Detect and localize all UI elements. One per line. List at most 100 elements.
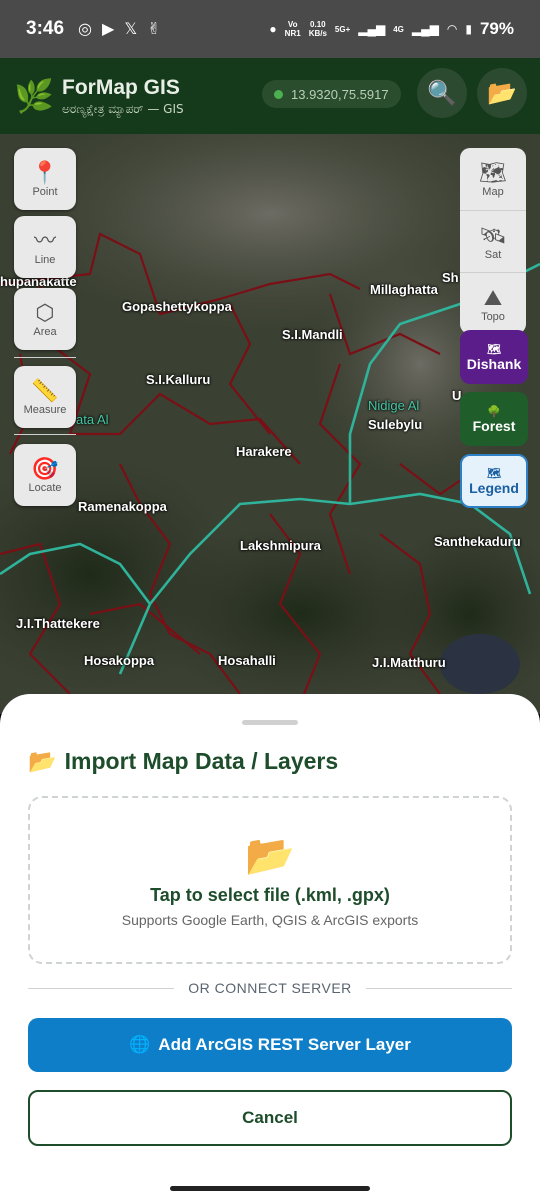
app-notification-icon: ✌: [147, 21, 161, 38]
place-label: Lakshmipura: [240, 538, 321, 553]
place-label: ata Al: [76, 412, 109, 427]
folder-icon: 📂: [245, 834, 295, 878]
place-label: Sulebylu: [368, 417, 423, 432]
satellite-icon: 🛰: [479, 222, 507, 248]
battery-icon: ▮: [465, 22, 472, 36]
folder-icon: 📂: [487, 79, 517, 107]
place-label: Sh: [442, 270, 459, 285]
cancel-button[interactable]: Cancel: [28, 1090, 512, 1146]
import-bottom-sheet: 📂 Import Map Data / Layers 📂 Tap to sele…: [0, 694, 540, 1176]
status-bar: 3:46 ◎ ▶ 𝕏 ✌ ● Vo NR1 0.10 KB/s 5G+ ▂▄▆ …: [0, 0, 540, 58]
polygon-icon: ⬡: [35, 300, 55, 325]
search-button[interactable]: 🔍: [417, 68, 467, 118]
file-drop-zone[interactable]: 📂 Tap to select file (.kml, .gpx) Suppor…: [28, 796, 512, 964]
tool-line-button[interactable]: 〰 Line: [14, 216, 76, 278]
signal-4g-icon: ▂▄▆: [411, 22, 439, 36]
divider-text: OR CONNECT SERVER: [188, 980, 352, 996]
map-icon: 🗺: [487, 343, 501, 356]
notification-icons: ◎ ▶ 𝕏 ✌: [78, 19, 161, 39]
tool-label: Line: [34, 254, 56, 266]
sheet-title: 📂 Import Map Data / Layers: [28, 748, 338, 775]
leaf-logo-icon: 🌿: [14, 78, 54, 114]
volte-indicator: Vo NR1: [284, 20, 301, 38]
ruler-icon: 📏: [31, 378, 59, 403]
place-label: Harakere: [236, 444, 292, 459]
x-icon: 𝕏: [124, 21, 138, 38]
status-right: ● Vo NR1 0.10 KB/s 5G+ ▂▄▆ 4G ▂▄▆ ◠ ▮ 79…: [269, 19, 514, 39]
tool-locate-button[interactable]: 🎯 Locate: [14, 444, 76, 506]
basemap-label: Topo: [481, 310, 505, 323]
basemap-topo-button[interactable]: ⛰ Topo: [460, 272, 526, 334]
signal-5g-icon: ▂▄▆: [358, 22, 386, 36]
coordinates-text: 13.9320,75.5917: [291, 86, 389, 102]
place-label: Millaghatta: [370, 282, 438, 297]
tool-label: Point: [32, 186, 58, 198]
map-icon: 🗺: [487, 467, 501, 480]
forest-label: Forest: [472, 417, 516, 434]
basemap-label: Sat: [484, 248, 502, 261]
forest-layer-button[interactable]: 🌳 Forest: [460, 392, 528, 446]
place-label: Gopashettykoppa: [122, 299, 232, 314]
net-speed: 0.10 KB/s: [308, 20, 327, 38]
tool-label: Locate: [28, 482, 62, 494]
place-label: Ramenakoppa: [78, 499, 167, 514]
location-icon: ●: [269, 22, 277, 36]
place-label: S.I.Mandli: [282, 327, 343, 342]
tool-divider: [14, 357, 76, 358]
sheet-drag-handle[interactable]: [242, 720, 298, 725]
system-nav-bar: [0, 1176, 540, 1200]
youtube-icon: ▶: [102, 21, 115, 38]
dishank-button[interactable]: 🗺 Dishank: [460, 330, 528, 384]
globe-icon: 🌐: [129, 1035, 151, 1054]
map-view[interactable]: hupanakatte Gopashettykoppa Millaghatta …: [0, 134, 540, 714]
tool-area-button[interactable]: ⬡ Area: [14, 288, 76, 350]
cancel-label: Cancel: [242, 1108, 298, 1127]
home-gesture-handle[interactable]: [170, 1186, 370, 1191]
drop-zone-title: Tap to select file (.kml, .gpx): [150, 885, 390, 905]
instagram-icon: ◎: [78, 21, 92, 38]
drop-zone-subtitle: Supports Google Earth, QGIS & ArcGIS exp…: [121, 912, 419, 928]
brand: ForMap GIS ಅರಣ್ಯಕ್ಷೇತ್ರ ಮ್ಯಾಪರ್ — GIS: [62, 76, 184, 117]
place-label: J.I.Thattekere: [16, 616, 100, 631]
tool-label: Area: [33, 326, 57, 338]
tool-measure-button[interactable]: 📏 Measure: [14, 366, 76, 428]
map-icon: 🗺: [479, 160, 507, 185]
place-label: J.I.Matthuru: [372, 655, 446, 670]
place-label: Santhekaduru: [434, 534, 521, 549]
place-label: Nidige Al: [368, 398, 420, 413]
sheet-title-text: Import Map Data / Layers: [64, 748, 339, 774]
signal-5g: 5G+: [334, 24, 351, 34]
status-time: 3:46: [26, 18, 65, 39]
app-title: ForMap GIS: [62, 75, 180, 99]
gps-status-dot: [274, 89, 283, 99]
or-divider: OR CONNECT SERVER: [28, 978, 513, 998]
search-icon: 🔍: [427, 79, 457, 107]
signal-4g: 4G: [393, 24, 404, 34]
tree-icon: 🌳: [487, 405, 501, 418]
folder-icon: 📂: [28, 748, 57, 774]
mountain-icon: ⛰: [483, 284, 503, 310]
tool-divider: [14, 434, 76, 435]
legend-label: Legend: [469, 479, 519, 496]
app-header: 🌿 ForMap GIS ಅರಣ್ಯಕ್ಷೇತ್ರ ಮ್ಯಾಪರ್ — GIS …: [0, 58, 540, 134]
coordinates-badge: 13.9320,75.5917: [262, 80, 401, 108]
target-icon: 🎯: [31, 456, 59, 481]
place-label: S.I.Kalluru: [146, 372, 211, 387]
pin-icon: 📍: [31, 160, 59, 185]
add-arcgis-server-button[interactable]: 🌐 Add ArcGIS REST Server Layer: [28, 1018, 512, 1072]
battery-level: 79%: [479, 19, 514, 38]
tool-point-button[interactable]: 📍 Point: [14, 148, 76, 210]
basemap-label: Map: [482, 186, 504, 198]
legend-button[interactable]: 🗺 Legend: [460, 454, 528, 508]
place-label: Hosahalli: [218, 653, 276, 668]
basemap-sat-button[interactable]: 🛰 Sat: [460, 210, 526, 272]
line-icon: 〰: [33, 228, 56, 253]
place-label: Hosakoppa: [84, 653, 155, 668]
open-folder-button[interactable]: 📂: [477, 68, 527, 118]
wifi-icon: ◠: [446, 22, 458, 36]
dishank-label: Dishank: [466, 355, 522, 372]
app-subtitle: ಅರಣ್ಯಕ್ಷೇತ್ರ ಮ್ಯಾಪರ್ — GIS: [62, 101, 184, 116]
tool-label: Measure: [23, 404, 67, 416]
add-arcgis-label: Add ArcGIS REST Server Layer: [158, 1035, 411, 1054]
basemap-map-button[interactable]: 🗺 Map: [460, 148, 526, 210]
